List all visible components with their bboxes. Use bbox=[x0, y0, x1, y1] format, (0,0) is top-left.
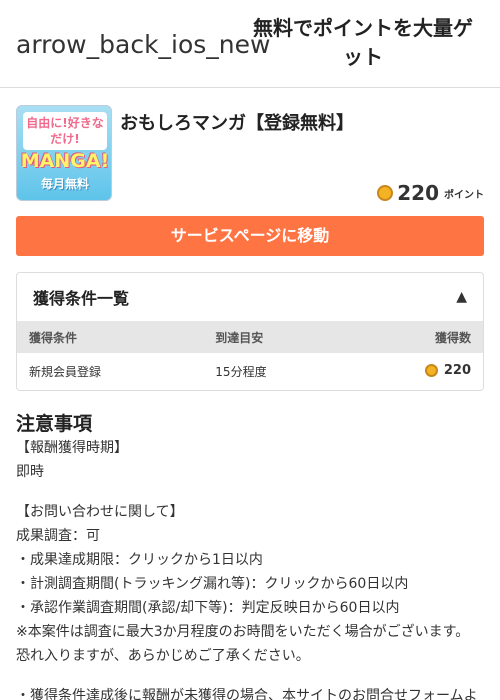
note-line: ・計測調査期間(トラッキング漏れ等)：クリックから60日以内 bbox=[16, 576, 409, 592]
points-unit: ポイント bbox=[444, 189, 484, 201]
thumbnail-subcaption: 毎月無料 bbox=[40, 177, 89, 191]
row-condition: 新規会員登録 bbox=[29, 365, 102, 379]
page-title: 無料でポイントを大量ゲット bbox=[253, 16, 473, 69]
conditions-table: 獲得条件 到達目安 獲得数 新規会員登録 15分程度 220 bbox=[17, 321, 483, 390]
table-row: 新規会員登録 15分程度 220 bbox=[17, 353, 483, 390]
offer-points: 220 ポイント bbox=[377, 181, 484, 205]
note-line: ・獲得条件達成後に報酬が未獲得の場合、本サイトのお問合せフォームよ bbox=[16, 688, 478, 700]
column-header-condition: 獲得条件 bbox=[17, 321, 200, 353]
conditions-heading: 獲得条件一覧 bbox=[33, 289, 130, 308]
coin-bag-icon bbox=[424, 364, 438, 377]
conditions-header[interactable]: 獲得条件一覧 ▲ bbox=[17, 273, 483, 321]
offer-summary: 自由に!好きなだけ! MANGA! 毎月無料 おもしろマンガ【登録無料】 220… bbox=[16, 105, 484, 211]
main-content: 自由に!好きなだけ! MANGA! 毎月無料 おもしろマンガ【登録無料】 220… bbox=[0, 105, 500, 700]
note-spacer bbox=[16, 668, 484, 684]
service-page-button[interactable]: サービスページに移動 bbox=[16, 216, 484, 256]
notes-heading: 注意事項 bbox=[16, 413, 93, 435]
note-line: ※本案件は調査に最大3か月程度のお時間をいただく場合がございます。 bbox=[16, 624, 470, 640]
thumbnail-logo-text: MANGA! bbox=[20, 150, 110, 172]
notes-body: 【報酬獲得時期】 即時 【お問い合わせに関して】 成果調査：可 ・成果達成期限：… bbox=[16, 436, 484, 700]
thumbnail-caption: 自由に!好きなだけ! bbox=[23, 112, 107, 150]
note-line: 即時 bbox=[16, 464, 44, 480]
row-points-cell: 220 bbox=[350, 353, 483, 390]
note-line: 【報酬獲得時期】 bbox=[16, 440, 128, 456]
chevron-up-icon[interactable]: ▲ bbox=[456, 289, 467, 305]
note-line: ・承認作業調査期間(承認/却下等)：判定反映日から60日以内 bbox=[16, 600, 400, 616]
column-header-eta: 到達目安 bbox=[199, 321, 350, 353]
note-spacer bbox=[16, 484, 484, 500]
offer-thumbnail: 自由に!好きなだけ! MANGA! 毎月無料 bbox=[16, 105, 112, 201]
row-eta: 15分程度 bbox=[215, 365, 267, 379]
app-header: arrow_back_ios_new 無料でポイントを大量ゲット bbox=[0, 0, 500, 88]
points-value: 220 bbox=[397, 181, 439, 205]
offer-title: おもしろマンガ【登録無料】 bbox=[120, 113, 354, 134]
table-header-row: 獲得条件 到達目安 獲得数 bbox=[17, 321, 483, 353]
column-header-points: 獲得数 bbox=[349, 321, 483, 353]
row-points: 220 bbox=[424, 363, 471, 378]
coin-bag-icon bbox=[377, 185, 394, 201]
back-arrow-icon[interactable]: arrow_back_ios_new bbox=[16, 30, 270, 59]
note-line: ・成果達成期限：クリックから1日以内 bbox=[16, 552, 263, 568]
row-points-value: 220 bbox=[443, 363, 471, 378]
note-line: 【お問い合わせに関して】 bbox=[16, 504, 184, 520]
conditions-panel: 獲得条件一覧 ▲ 獲得条件 到達目安 獲得数 新規会員登録 15分程度 220 bbox=[16, 272, 484, 391]
note-line: 恐れ入りますが、あらかじめご了承ください。 bbox=[16, 648, 310, 664]
note-line: 成果調査：可 bbox=[16, 528, 100, 544]
